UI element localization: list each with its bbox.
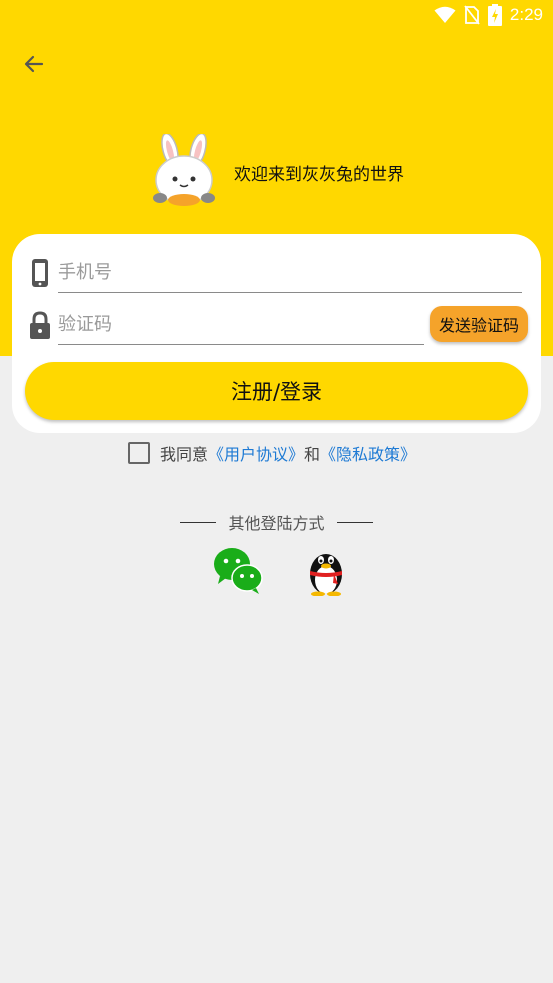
- qq-login-button[interactable]: [300, 544, 352, 597]
- wechat-icon: [214, 548, 263, 594]
- divider-left: [180, 521, 217, 523]
- code-field: [26, 304, 426, 346]
- agreement-row: 我同意 《用户协议》 和 《隐私政策》: [128, 440, 416, 466]
- status-time: 2:29: [509, 5, 543, 24]
- login-button[interactable]: 注册/登录: [25, 362, 528, 420]
- agreement-conjunction: 和: [304, 445, 321, 464]
- arrow-left-icon: [24, 55, 44, 73]
- battery-charging-icon: [487, 4, 502, 26]
- phone-icon: [32, 259, 48, 287]
- user-agreement-link[interactable]: 《用户协议》: [208, 441, 304, 465]
- wifi-icon: [434, 6, 456, 23]
- code-input[interactable]: [58, 304, 424, 345]
- welcome-text: 欢迎来到灰灰兔的世界: [234, 164, 404, 185]
- other-login-divider: 其他登陆方式: [0, 510, 553, 534]
- back-button[interactable]: [14, 44, 54, 84]
- status-bar: 2:29: [0, 0, 553, 30]
- send-code-button[interactable]: 发送验证码: [430, 306, 528, 342]
- welcome-row: 欢迎来到灰灰兔的世界: [150, 134, 404, 210]
- no-sim-icon: [464, 5, 480, 25]
- qq-penguin-icon: [310, 554, 342, 597]
- login-card: 发送验证码 注册/登录: [12, 234, 541, 433]
- divider-right: [336, 521, 373, 523]
- other-login-title: 其他登陆方式: [228, 514, 325, 533]
- phone-input[interactable]: [58, 252, 522, 293]
- wechat-login-button[interactable]: [212, 544, 264, 596]
- phone-field: [26, 252, 536, 294]
- agreement-prefix: 我同意: [160, 445, 209, 464]
- privacy-policy-link[interactable]: 《隐私政策》: [320, 441, 416, 465]
- lock-icon: [30, 311, 50, 339]
- agree-checkbox[interactable]: [128, 442, 150, 464]
- rabbit-logo: [153, 134, 215, 206]
